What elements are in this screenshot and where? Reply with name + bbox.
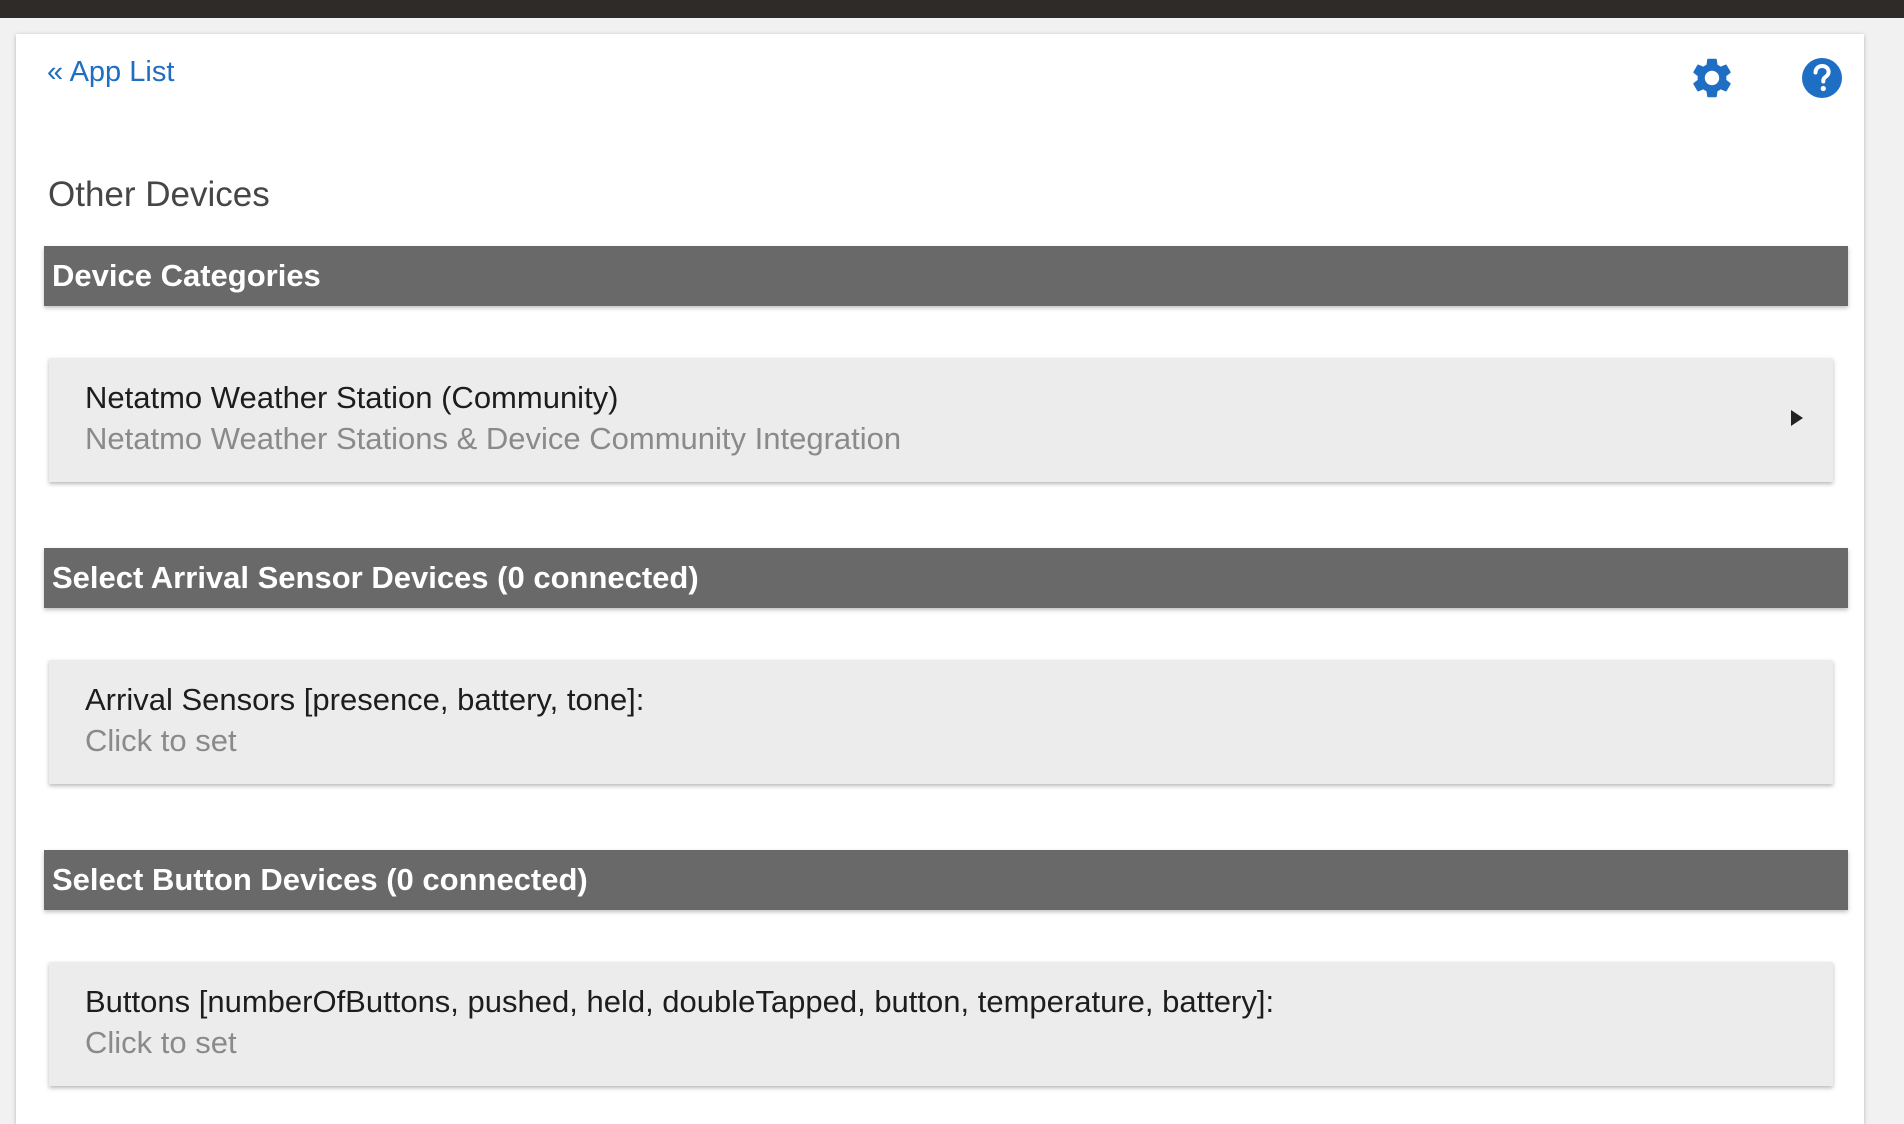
row-subtitle: Click to set <box>85 1025 237 1060</box>
app-list-link[interactable]: « App List <box>47 54 174 90</box>
row-subtitle: Click to set <box>85 723 237 758</box>
page-title: Other Devices <box>48 175 270 214</box>
section-header-button-devices: Select Button Devices (0 connected) <box>44 850 1848 910</box>
row-title: Netatmo Weather Station (Community) <box>85 380 619 415</box>
help-button[interactable] <box>1798 54 1846 102</box>
row-title: Arrival Sensors [presence, battery, tone… <box>85 682 645 717</box>
chevron-right-icon <box>1791 410 1803 426</box>
arrival-sensors-input[interactable]: Arrival Sensors [presence, battery, tone… <box>49 660 1833 784</box>
settings-button[interactable] <box>1688 54 1736 102</box>
section-header-arrival-sensors: Select Arrival Sensor Devices (0 connect… <box>44 548 1848 608</box>
gear-icon <box>1688 54 1736 102</box>
netatmo-app-row[interactable]: Netatmo Weather Station (Community) Neta… <box>49 358 1833 482</box>
top-bar <box>0 0 1904 18</box>
buttons-input[interactable]: Buttons [numberOfButtons, pushed, held, … <box>49 962 1833 1086</box>
section-header-device-categories: Device Categories <box>44 246 1848 306</box>
help-icon <box>1798 54 1846 102</box>
main-panel: « App List Other Devices Device Categori… <box>16 34 1864 1124</box>
row-subtitle: Netatmo Weather Stations & Device Commun… <box>85 421 902 456</box>
row-title: Buttons [numberOfButtons, pushed, held, … <box>85 984 1275 1019</box>
